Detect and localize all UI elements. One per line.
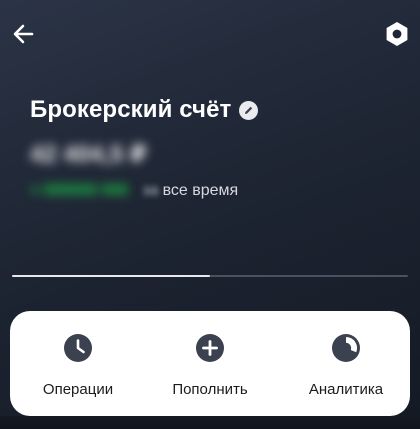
action-operations-label: Операции [42,381,114,398]
account-balance: 42 404,5 ₽ [30,141,147,168]
carousel-progress [12,275,408,277]
bottom-backdrop [0,416,420,429]
action-topup-button[interactable]: Пополнить [150,311,270,416]
back-button[interactable] [10,20,38,48]
action-topup-label: Пополнить [172,381,248,398]
account-title-row: Брокерский счёт [30,96,259,124]
action-operations-button[interactable]: Операции [18,311,138,416]
account-title: Брокерский счёт [30,96,232,123]
action-analytics-label: Аналитика [308,381,384,398]
profit-amount: + 000000 000 [30,182,129,199]
profit-row: + 000000 000 за все время [30,182,238,200]
period-prefix: за [142,182,159,199]
settings-button[interactable] [384,21,410,47]
hexagon-gear-icon [386,22,408,46]
pie-chart-icon [332,334,360,362]
action-analytics-button[interactable]: Аналитика [286,311,406,416]
plus-circle-icon [196,334,224,362]
pencil-icon [245,106,253,114]
clock-icon [64,334,92,362]
carousel-progress-fill [12,275,210,277]
actions-card: Операции Пополнить Аналитика [10,311,410,416]
arrow-left-icon [13,24,34,44]
edit-title-button[interactable] [239,100,259,120]
period-label: все время [162,182,239,199]
